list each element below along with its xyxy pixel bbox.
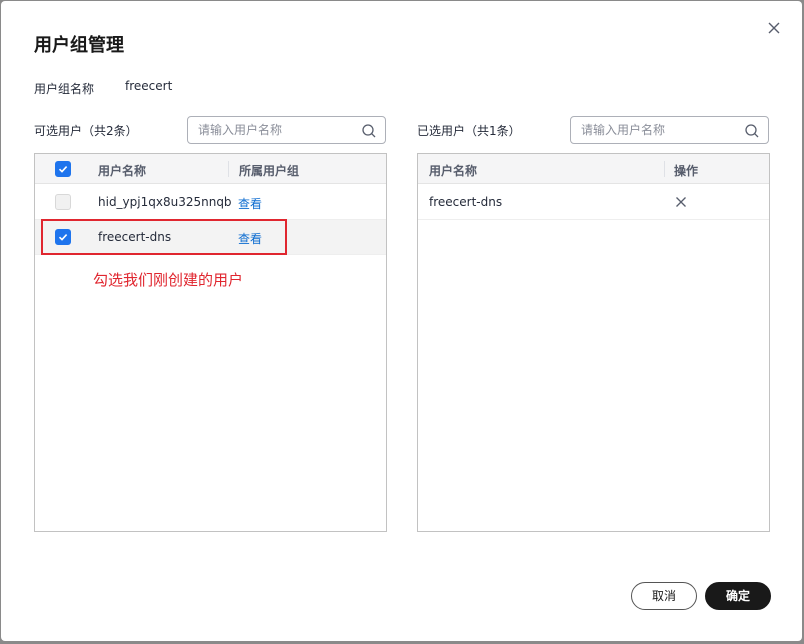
column-header-username: 用户名称 <box>429 164 478 178</box>
column-header-action: 操作 <box>674 164 699 178</box>
column-divider <box>228 161 229 177</box>
available-users-label: 可选用户（共2条） <box>34 124 138 138</box>
column-header-user-groups: 所属用户组 <box>239 164 300 178</box>
column-divider <box>664 161 665 177</box>
search-icon[interactable] <box>744 123 760 139</box>
remove-icon[interactable] <box>674 194 688 208</box>
selected-users-label: 已选用户（共1条） <box>417 124 521 138</box>
table-row[interactable]: hid_ypj1qx8u325nnqb 查看 <box>35 185 386 220</box>
selected-search-box[interactable] <box>570 116 769 144</box>
group-name-value: freecert <box>125 79 173 93</box>
row-checkbox[interactable] <box>55 194 71 210</box>
available-search-box[interactable] <box>187 116 386 144</box>
selected-users-table: 用户名称 操作 freecert-dns <box>417 153 770 532</box>
view-link[interactable]: 查看 <box>238 195 262 212</box>
group-name-label: 用户组名称 <box>34 82 95 96</box>
confirm-button[interactable]: 确定 <box>705 582 771 610</box>
row-username: freecert-dns <box>429 195 503 209</box>
cancel-button[interactable]: 取消 <box>631 582 697 610</box>
select-all-checkbox[interactable] <box>55 161 71 177</box>
table-row: freecert-dns <box>418 185 769 220</box>
annotation-text: 勾选我们刚创建的用户 <box>93 271 244 289</box>
available-users-table: 用户名称 所属用户组 hid_ypj1qx8u325nnqb 查看 freece… <box>34 153 387 532</box>
dialog-title: 用户组管理 <box>34 35 124 56</box>
selected-table-header: 用户名称 操作 <box>418 154 769 184</box>
row-username: hid_ypj1qx8u325nnqb <box>98 195 232 209</box>
close-icon[interactable] <box>765 19 783 37</box>
user-group-dialog: 用户组管理 用户组名称 freecert 可选用户（共2条） 用户名称 所属用户… <box>1 1 802 641</box>
selected-search-input[interactable] <box>581 121 741 139</box>
available-table-header: 用户名称 所属用户组 <box>35 154 386 184</box>
available-search-input[interactable] <box>198 121 358 139</box>
column-header-username: 用户名称 <box>98 164 147 178</box>
highlight-box <box>41 219 287 255</box>
search-icon[interactable] <box>361 123 377 139</box>
